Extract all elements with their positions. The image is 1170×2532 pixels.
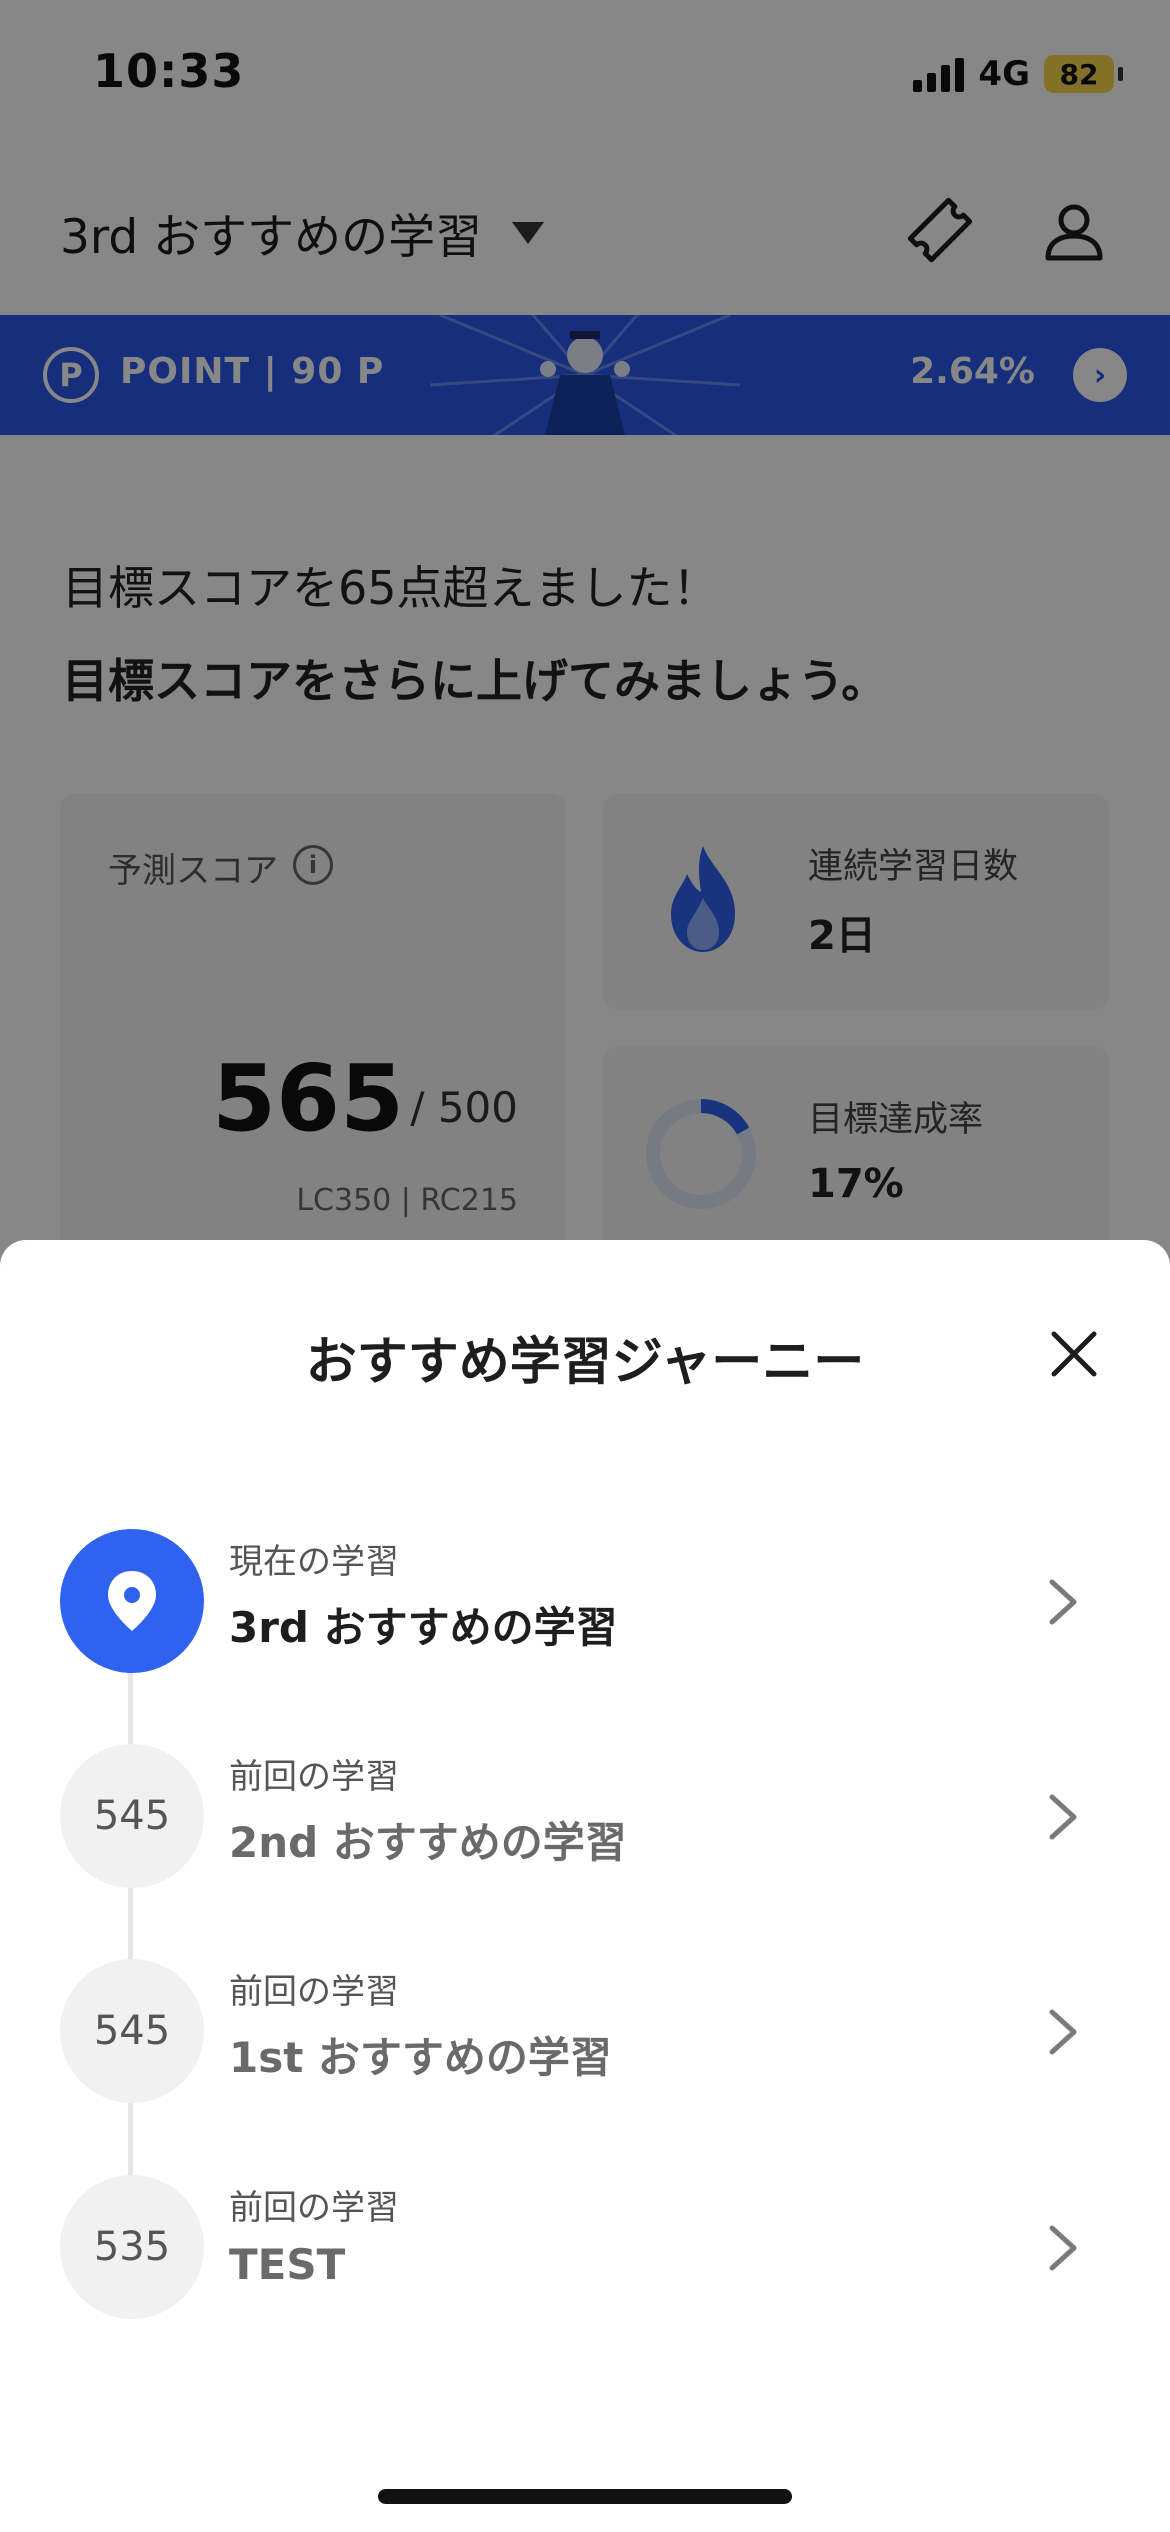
step-score-badge: 545 bbox=[60, 1744, 204, 1888]
sheet-title: おすすめ学習ジャーニー bbox=[305, 1333, 865, 1392]
journey-step-current[interactable]: 現在の学習 3rd おすすめの学習 bbox=[0, 1512, 1170, 1682]
step-title: 2nd おすすめの学習 bbox=[229, 1818, 627, 1867]
step-title: TEST bbox=[229, 2240, 346, 2289]
step-title: 3rd おすすめの学習 bbox=[229, 1603, 618, 1652]
location-pin-icon bbox=[108, 1571, 156, 1631]
step-score-badge: 535 bbox=[60, 2175, 204, 2319]
journey-bottom-sheet: おすすめ学習ジャーニー 現在の学習 3rd おすすめの学習 545 前回の学習 bbox=[0, 1240, 1170, 2532]
step-subtitle: 前回の学習 bbox=[229, 1972, 399, 2012]
chevron-right-icon bbox=[1049, 1794, 1077, 1840]
journey-step[interactable]: 535 前回の学習 TEST bbox=[0, 2158, 1170, 2328]
step-score-badge: 545 bbox=[60, 1959, 204, 2103]
chevron-right-icon bbox=[1049, 2225, 1077, 2271]
current-step-marker bbox=[60, 1529, 204, 1673]
chevron-right-icon bbox=[1049, 2009, 1077, 2055]
close-icon[interactable] bbox=[1040, 1320, 1108, 1388]
home-indicator[interactable] bbox=[378, 2489, 792, 2504]
step-subtitle: 前回の学習 bbox=[229, 1757, 399, 1797]
timeline-line bbox=[128, 1620, 133, 2210]
step-subtitle: 現在の学習 bbox=[229, 1542, 399, 1582]
screen: 10:33 4G 82 3rd おすすめの学習 P POINT | 90 P 2… bbox=[0, 0, 1170, 2532]
journey-step[interactable]: 545 前回の学習 2nd おすすめの学習 bbox=[0, 1727, 1170, 1897]
journey-step[interactable]: 545 前回の学習 1st おすすめの学習 bbox=[0, 1942, 1170, 2112]
step-subtitle: 前回の学習 bbox=[229, 2188, 399, 2228]
chevron-right-icon bbox=[1049, 1579, 1077, 1625]
step-title: 1st おすすめの学習 bbox=[229, 2033, 612, 2082]
